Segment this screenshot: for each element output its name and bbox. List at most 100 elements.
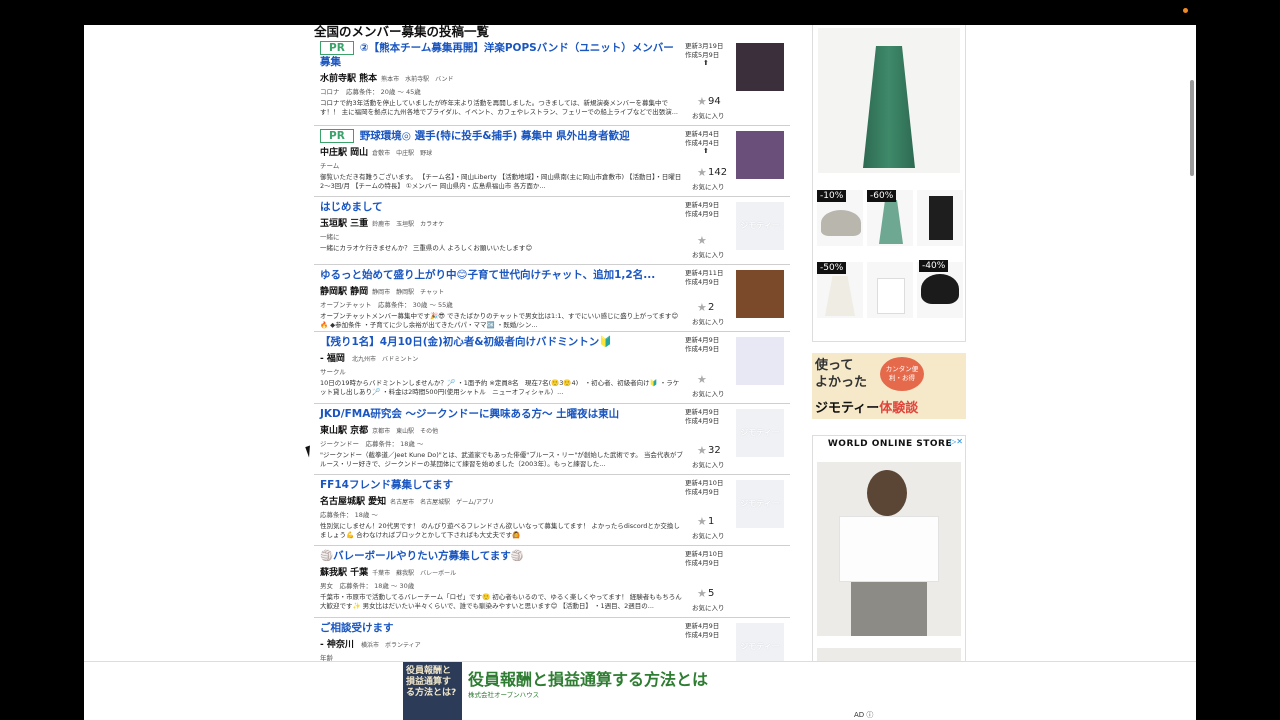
product-white-skirt[interactable]: -50% [817, 262, 863, 318]
post-title[interactable]: PR ②【熊本チーム募集再開】洋楽POPSバンド（ユニット）メンバー募集 [320, 41, 680, 69]
fav-label[interactable]: お気に入り [692, 388, 725, 398]
post-tags: サークル [320, 368, 346, 376]
page: 全国のメンバー募集の投稿一覧 PR ②【熊本チーム募集再開】洋楽POPSバンド（ユ… [84, 25, 1196, 720]
post-thumbnail[interactable] [736, 551, 784, 599]
post-thumbnail[interactable] [736, 43, 784, 91]
star-icon[interactable]: ★ [697, 301, 707, 314]
post-title-text[interactable]: FF14フレンド募集してます [320, 479, 453, 491]
post-title-text[interactable]: JKD/FMA研究会 〜ジークンドーに興味ある方〜 土曜夜は東山 [320, 408, 619, 420]
post-title-text[interactable]: 【残り1名】4月10日(金)初心者&初級者向けバドミントン🔰 [320, 336, 612, 348]
post-title[interactable]: はじめまして [320, 200, 680, 214]
post-item[interactable]: 🏐バレーボールやりたい方募集してます🏐 蘇我駅 千葉 千葉市 蘇我駅 バレーボール男… [314, 546, 790, 618]
product-hat[interactable]: -10% [817, 190, 863, 246]
fav-label[interactable]: お気に入り [692, 181, 725, 191]
book-image[interactable]: 役員報酬と損益通算する方法とは? [403, 662, 462, 720]
post-title[interactable]: 【残り1名】4月10日(金)初心者&初級者向けバドミントン🔰 [320, 335, 680, 349]
post-station: 静岡駅 [320, 287, 348, 297]
post-thumbnail[interactable] [736, 337, 784, 385]
post-body: 御覧いただき有難うございます。 【チーム名】・岡山Liberty 【活動地域】・… [320, 173, 682, 190]
fav-count: 2 [708, 302, 715, 313]
post-item[interactable]: PR 野球環境◎ 選手(特に投手&捕手) 募集中 県外出身者歓迎 中庄駅 岡山 倉敷市… [314, 126, 790, 197]
post-item[interactable]: PR ②【熊本チーム募集再開】洋楽POPSバンド（ユニット）メンバー募集水前寺駅 … [314, 38, 790, 126]
ad-headline[interactable]: 役員報酬と損益通算する方法とは [468, 666, 708, 690]
post-tags: コロナ 応募条件： 20歳 ～ 45歳 [320, 88, 421, 96]
post-sub: 倉敷市 中庄駅 野球 [372, 150, 433, 157]
post-title[interactable]: 🏐バレーボールやりたい方募集してます🏐 [320, 549, 680, 563]
post-location: 静岡駅 静岡 静岡市 静岡駅 チャット [320, 284, 444, 297]
ad-choices-icon[interactable]: ▷✕ [950, 437, 963, 446]
post-item[interactable]: はじめまして 玉垣駅 三重 鈴鹿市 玉垣駅 カラオケ 一緒に 一緒にカラオケ行きませんか… [314, 197, 790, 265]
post-updated: 更新4月9日 [685, 408, 720, 416]
fav-label[interactable]: お気に入り [692, 316, 725, 326]
fav-label[interactable]: お気に入り [692, 249, 725, 259]
post-thumbnail-placeholder[interactable]: ジモティー [736, 409, 784, 457]
post-item[interactable]: 【残り1名】4月10日(金)初心者&初級者向けバドミントン🔰 - 福岡 北九州市 … [314, 332, 790, 404]
star-icon[interactable]: ★ [697, 515, 707, 528]
post-thumbnail-placeholder[interactable]: ジモティー [736, 480, 784, 528]
post-location: 水前寺駅 熊本 熊本市 水前寺駅 バンド [320, 71, 453, 84]
post-title-text[interactable]: ②【熊本チーム募集再開】洋楽POPSバンド（ユニット）メンバー募集 [320, 42, 674, 68]
fav-label[interactable]: お気に入り [692, 602, 725, 612]
post-location: 名古屋城駅 愛知 名古屋市 名古屋城駅 ゲーム/アプリ [320, 494, 494, 507]
post-item[interactable]: JKD/FMA研究会 〜ジークンドーに興味ある方〜 土曜夜は東山 東山駅 京都 京都… [314, 404, 790, 475]
post-body: 性別気にしません！20代男です！ のんびり遊べるフレンドさん欲しいなって募集して… [320, 522, 680, 539]
star-icon[interactable]: ★ [697, 95, 707, 108]
star-icon[interactable]: ★ [697, 234, 707, 247]
banner-line2: よかった [815, 375, 868, 390]
star-icon[interactable]: ★ [697, 373, 707, 386]
post-title-text[interactable]: ご相談受けます [320, 622, 394, 634]
model-photo[interactable] [817, 462, 961, 636]
fav-label[interactable]: お気に入り [692, 110, 725, 120]
online-store-ad[interactable]: WORLD ONLINE STORE ▷✕ [812, 435, 966, 676]
post-dates: 更新4月11日 作成4月9日 [685, 269, 729, 286]
product-black-hat[interactable]: -40% [917, 260, 963, 318]
fav-count: 5 [708, 588, 715, 599]
post-body: オープンチャットメンバー募集中です🎉😎 できたばかりのチャットで男女比は1:1、… [320, 312, 679, 329]
post-title[interactable]: PR 野球環境◎ 選手(特に投手&捕手) 募集中 県外出身者歓迎 [320, 129, 680, 143]
post-title-text[interactable]: 🏐バレーボールやりたい方募集してます🏐 [320, 550, 524, 562]
post-location: - 福岡 北九州市 バドミントン [320, 351, 418, 364]
placeholder-logo: ジモティー [740, 642, 780, 651]
post-body: コロナで約3年活動を停止していましたが昨年末より活動を再開しました。つきましては… [320, 99, 678, 116]
ad-info-label[interactable]: AD ⓘ [854, 710, 873, 720]
discount-badge: -50% [817, 262, 847, 274]
post-item[interactable]: ゆるっと始めて盛り上がり中😊子育て世代向けチャット、追加1,2名... 静岡駅 静… [314, 265, 790, 332]
bottom-ad[interactable]: 役員報酬と損益通算する方法とは? 役員報酬と損益通算する方法とは 株式会社オープ… [84, 661, 1196, 720]
scrollbar-thumb[interactable] [1190, 80, 1194, 176]
pr-badge: PR [320, 41, 354, 55]
post-sub: 北九州市 バドミントン [352, 356, 419, 363]
fashion-ad-card[interactable]: -10% -60% -50% -40% [812, 25, 966, 342]
post-created: 作成4月9日 [685, 487, 720, 496]
top-bar [0, 0, 1280, 25]
post-title[interactable]: JKD/FMA研究会 〜ジークンドーに興味ある方〜 土曜夜は東山 [320, 407, 680, 421]
post-title[interactable]: FF14フレンド募集してます [320, 478, 680, 492]
post-pref: 千葉 [350, 568, 369, 578]
post-title-text[interactable]: ゆるっと始めて盛り上がり中😊子育て世代向けチャット、追加1,2名... [320, 269, 655, 281]
post-thumbnail[interactable] [736, 131, 784, 179]
post-title-text[interactable]: はじめまして [320, 201, 383, 213]
fav-label[interactable]: お気に入り [692, 459, 725, 469]
product-black-top[interactable] [917, 190, 963, 246]
skirt-image[interactable] [818, 28, 960, 173]
post-thumbnail[interactable] [736, 270, 784, 318]
product-skirt[interactable]: -60% [867, 190, 913, 246]
post-thumbnail-placeholder[interactable]: ジモティー [736, 202, 784, 250]
post-title[interactable]: ゆるっと始めて盛り上がり中😊子育て世代向けチャット、追加1,2名... [320, 268, 680, 282]
fav-count: 142 [708, 167, 728, 178]
post-sub: 熊本市 水前寺駅 バンド [381, 76, 454, 83]
star-icon[interactable]: ★ [697, 444, 707, 457]
discount-badge: -40% [919, 260, 949, 272]
post-station: 水前寺駅 [320, 74, 357, 84]
star-icon[interactable]: ★ [697, 587, 707, 600]
product-white-top[interactable] [867, 262, 913, 318]
fav-count: 32 [708, 445, 721, 456]
post-title-text[interactable]: 野球環境◎ 選手(特に投手&捕手) 募集中 県外出身者歓迎 [360, 130, 630, 142]
experience-banner[interactable]: 使って よかった カンタン便利・お得 ジモティー体験談 [812, 353, 966, 419]
post-title[interactable]: ご相談受けます [320, 621, 680, 635]
star-icon[interactable]: ★ [697, 166, 707, 179]
fav-label[interactable]: お気に入り [692, 530, 725, 540]
post-sub: 京都市 東山駅 その他 [372, 428, 439, 435]
post-item[interactable]: FF14フレンド募集してます名古屋城駅 愛知 名古屋市 名古屋城駅 ゲーム/アプリ… [314, 475, 790, 546]
post-sub: 千葉市 蘇我駅 バレーボール [372, 570, 457, 577]
post-station: 中庄駅 [320, 148, 348, 158]
